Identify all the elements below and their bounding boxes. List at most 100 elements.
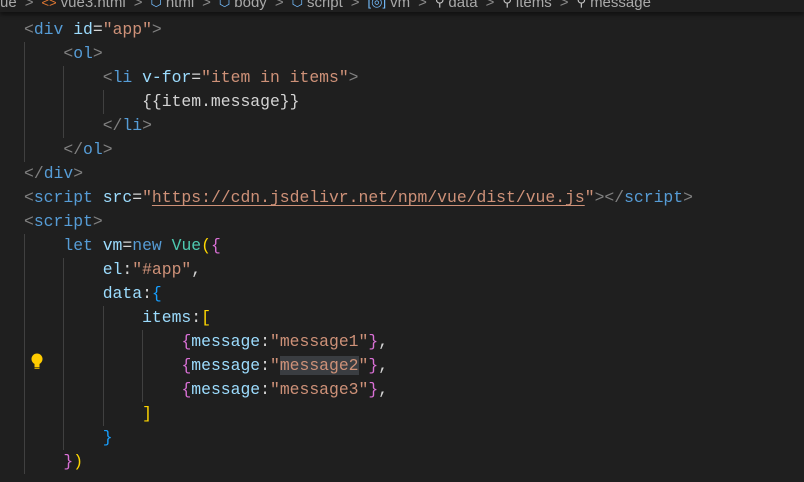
- lightbulb-icon[interactable]: [29, 352, 45, 372]
- code-token: >: [348, 68, 359, 87]
- breadcrumb-item-vm[interactable]: [◎] vm: [368, 0, 411, 11]
- indent-guide: [24, 66, 63, 90]
- breadcrumb-item-html[interactable]: ⬡ html: [150, 0, 194, 11]
- code-token: =: [92, 20, 103, 39]
- code-token: ): [73, 452, 84, 471]
- code-token: >: [151, 20, 162, 39]
- wrench-icon: ⚲: [576, 0, 587, 9]
- code-token: ,: [378, 332, 389, 351]
- code-token: }: [368, 332, 379, 351]
- code-line: ]: [24, 402, 693, 426]
- code-token: {: [181, 332, 192, 351]
- code-token: ol: [73, 44, 93, 63]
- code-token: }: [368, 356, 379, 375]
- breadcrumb-label: ue: [0, 0, 17, 11]
- indent-guide: [63, 258, 102, 282]
- breadcrumb-label: data: [448, 0, 478, 11]
- code-token: ></: [594, 188, 625, 207]
- indent-guide: [24, 330, 63, 354]
- indent-guide: [102, 354, 142, 378]
- code-token: :: [122, 260, 133, 279]
- code-token: >: [683, 188, 693, 207]
- code-line: </ol>: [24, 138, 693, 162]
- code-token: }: [368, 380, 379, 399]
- code-token: "message3": [269, 380, 369, 399]
- breadcrumb-item-message[interactable]: ⚲ message: [577, 0, 651, 11]
- code-token: ol: [83, 140, 103, 159]
- indent-guide: [102, 306, 142, 330]
- code-editor[interactable]: <div id="app"> <ol> <li v-for="item in i…: [24, 18, 693, 474]
- breadcrumb-label: items: [515, 0, 552, 11]
- breadcrumb-item-data[interactable]: ⚲ data: [435, 0, 478, 11]
- breadcrumb-separator: >: [24, 0, 34, 11]
- code-token: script: [33, 188, 93, 207]
- code-token: =: [191, 68, 202, 87]
- code-token: :: [260, 356, 270, 375]
- code-token: ": [269, 356, 280, 375]
- breadcrumb-separator: >: [133, 0, 143, 11]
- indent-guide: [63, 378, 102, 402]
- code-line: {message:"message3"},: [24, 378, 693, 402]
- code-token: script: [624, 188, 684, 207]
- breadcrumb-item-items[interactable]: ⚲ items: [502, 0, 551, 11]
- code-line: items:[: [24, 306, 693, 330]
- breadcrumb-item-vue3-html[interactable]: <> vue3.html: [41, 0, 125, 11]
- code-token: </: [102, 116, 123, 135]
- code-token: >: [92, 212, 103, 231]
- indent-guide: [63, 66, 102, 90]
- code-line: let vm=new Vue({: [24, 234, 693, 258]
- code-line: <script>: [24, 210, 693, 234]
- code-token: {: [181, 356, 192, 375]
- code-line: }): [24, 450, 693, 474]
- code-token: vm: [102, 236, 123, 255]
- code-token: <: [24, 212, 34, 231]
- indent-guide: [24, 426, 63, 450]
- breadcrumb-label: vm: [390, 0, 411, 11]
- breadcrumb-label: vue3.html: [60, 0, 126, 11]
- indent-guide: [24, 402, 63, 426]
- selected-token: message2: [279, 356, 359, 375]
- code-token: </: [63, 140, 84, 159]
- code-line: {message:"message2"},: [24, 354, 693, 378]
- code-token: li: [112, 68, 133, 87]
- indent-guide: [24, 258, 63, 282]
- cube-icon: ⬡: [291, 0, 303, 9]
- cube-icon: ⬡: [218, 0, 231, 9]
- breadcrumb-item-script[interactable]: ⬡ script: [292, 0, 343, 11]
- code-token: id: [73, 20, 93, 39]
- breadcrumb-item-ue[interactable]: ue: [0, 0, 17, 11]
- indent-guide: [24, 450, 63, 474]
- wrench-icon: ⚲: [502, 0, 512, 9]
- code-token: >: [102, 140, 113, 159]
- code-token: message: [191, 380, 261, 399]
- code-token: data: [102, 284, 143, 303]
- indent-guide: [24, 90, 63, 114]
- code-token: {: [151, 284, 162, 303]
- breadcrumb-separator: >: [350, 0, 360, 11]
- breadcrumb-separator: >: [559, 0, 569, 11]
- indent-guide: [63, 90, 102, 114]
- code-line: el:"#app",: [24, 258, 693, 282]
- code-token: src: [102, 188, 133, 207]
- wrench-icon: ⚲: [434, 0, 445, 9]
- variable-icon: [◎]: [367, 0, 387, 9]
- code-token: {: [181, 380, 192, 399]
- code-line: <script src="https://cdn.jsdelivr.net/np…: [24, 186, 693, 210]
- cube-icon: ⬡: [150, 0, 162, 9]
- breadcrumb-item-body[interactable]: ⬡ body: [219, 0, 267, 11]
- code-token[interactable]: https://cdn.jsdelivr.net/npm/vue/dist/vu…: [152, 188, 585, 207]
- code-token: "app": [102, 20, 152, 39]
- code-token: <: [102, 68, 113, 87]
- code-token: (: [201, 236, 211, 255]
- indent-guide: [63, 282, 102, 306]
- code-token: <: [63, 44, 74, 63]
- indent-guide: [63, 426, 102, 450]
- code-token: =: [122, 236, 133, 255]
- breadcrumb-label: script: [306, 0, 343, 11]
- code-token: {{item.message}}: [142, 92, 300, 111]
- code-token: script: [33, 212, 93, 231]
